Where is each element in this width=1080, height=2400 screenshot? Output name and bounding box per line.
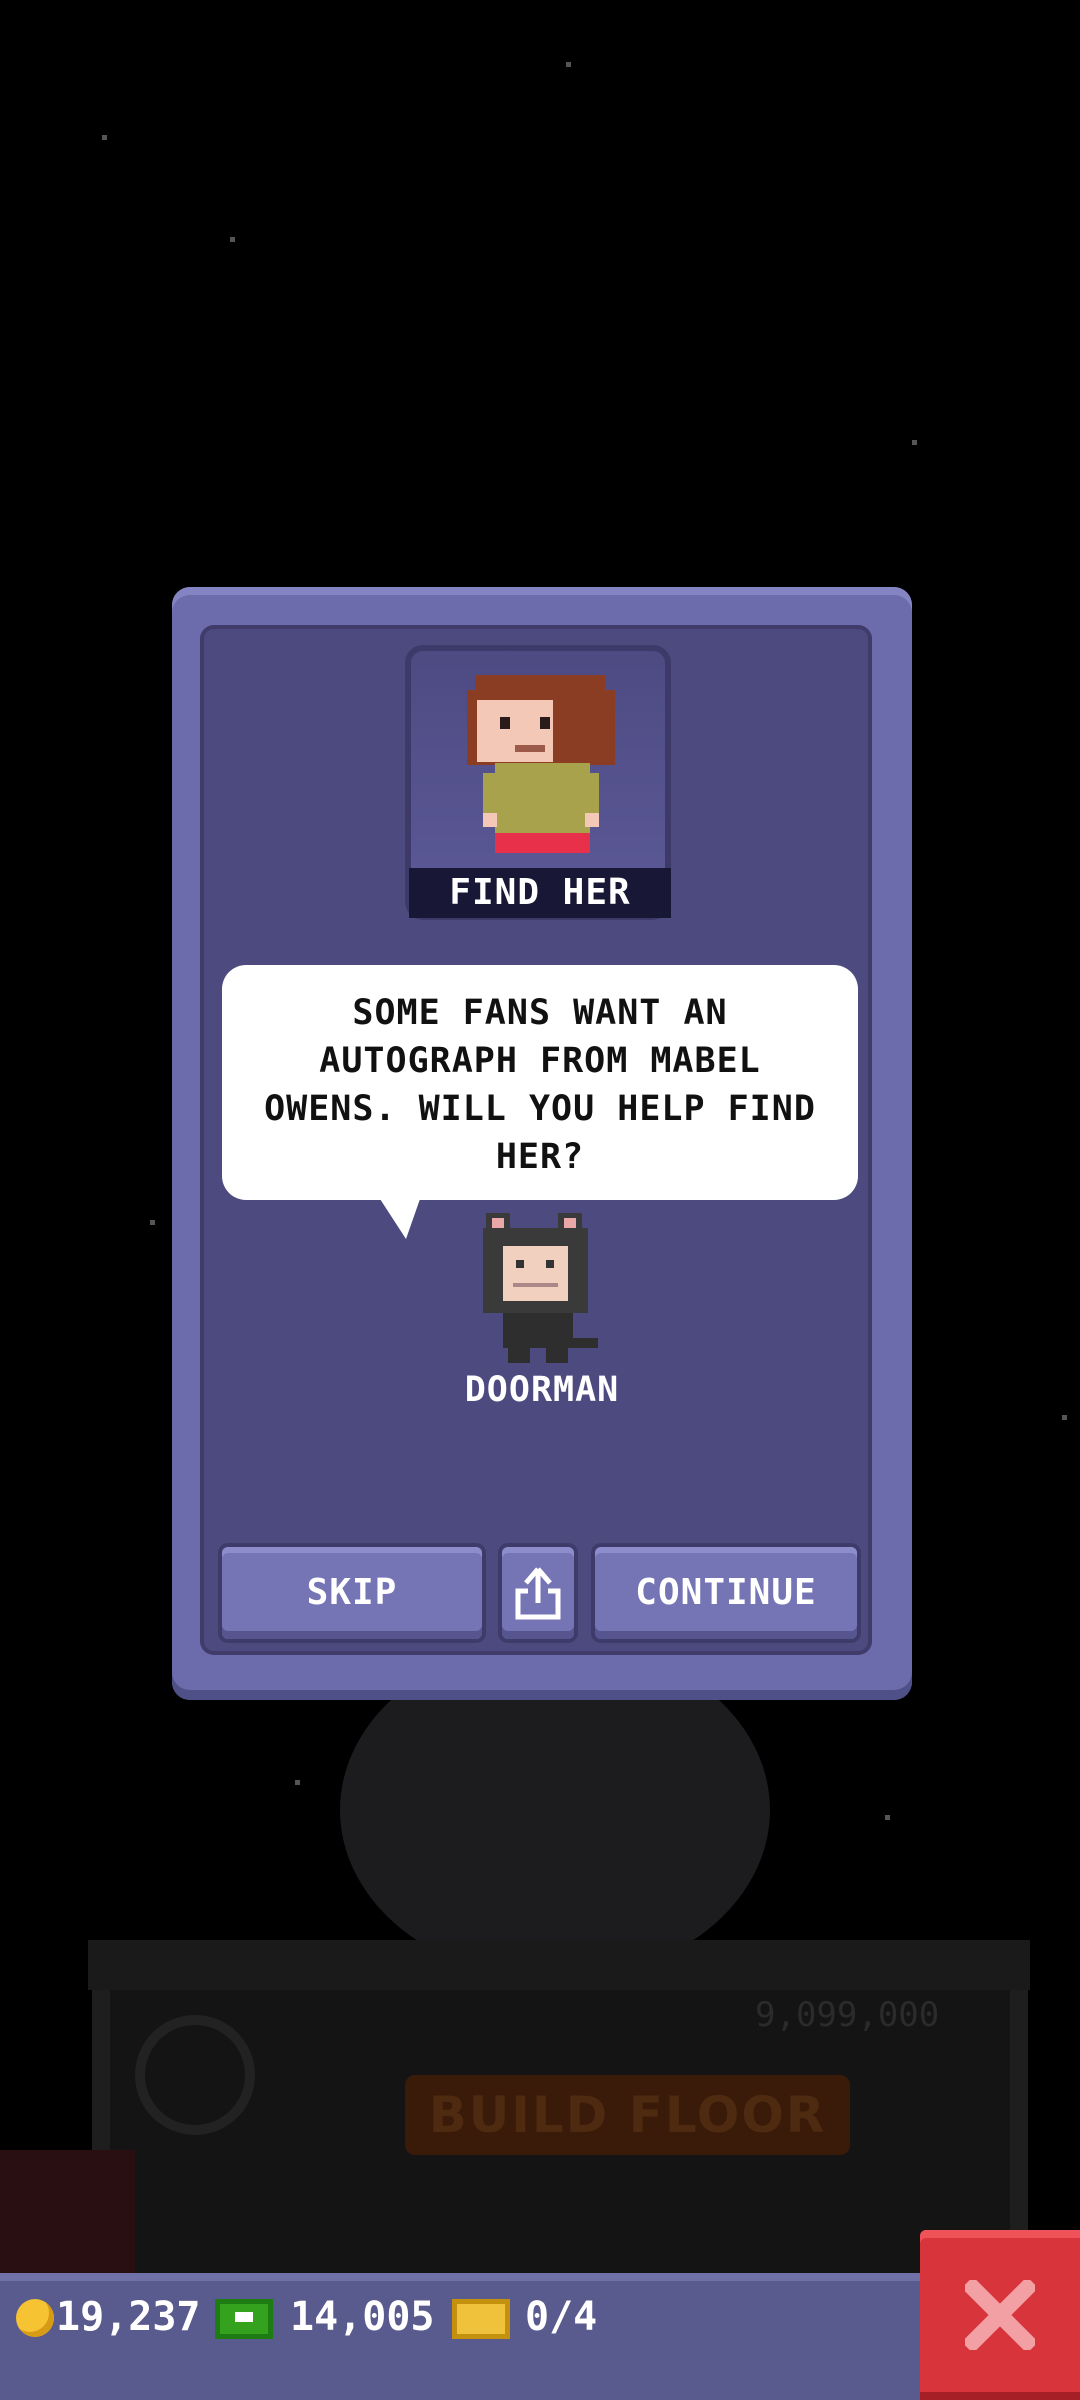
coin-icon bbox=[16, 2299, 54, 2337]
elevator-button bbox=[0, 2150, 135, 2280]
ticket-icon bbox=[452, 2299, 510, 2339]
cash-icon bbox=[215, 2299, 273, 2339]
skip-button[interactable]: SKIP bbox=[222, 1547, 482, 1639]
cash-count: 14,005 bbox=[290, 2294, 435, 2340]
speaker-name: DOORMAN bbox=[464, 1370, 620, 1410]
fan-icon bbox=[135, 2015, 255, 2135]
close-icon bbox=[965, 2280, 1035, 2350]
share-button[interactable] bbox=[502, 1547, 574, 1639]
build-cost: 9,099,000 bbox=[755, 1995, 940, 2035]
continue-button[interactable]: CONTINUE bbox=[595, 1547, 857, 1639]
close-button[interactable] bbox=[920, 2230, 1080, 2400]
quest-title: FIND HER bbox=[409, 868, 671, 918]
speech-bubble: SOME FANS WANT AN AUTOGRAPH FROM MABEL O… bbox=[222, 965, 858, 1200]
speech-bubble-tail bbox=[380, 1199, 420, 1239]
doorman-cat-sprite bbox=[483, 1213, 598, 1363]
build-floor-button: BUILD FLOOR bbox=[405, 2075, 850, 2155]
tower-roof bbox=[88, 1940, 1030, 1990]
coin-count: 19,237 bbox=[56, 2294, 201, 2340]
ticket-count: 0/4 bbox=[525, 2294, 598, 2340]
share-icon bbox=[515, 1567, 561, 1620]
